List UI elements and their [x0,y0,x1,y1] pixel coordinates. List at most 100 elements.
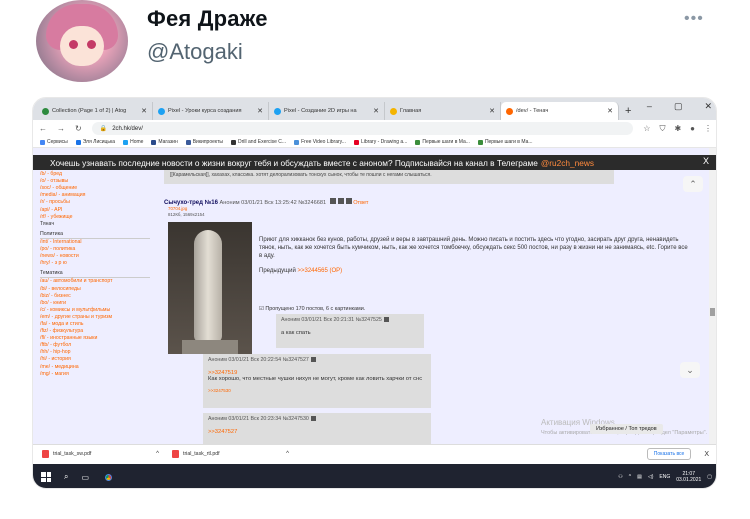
board-link[interactable]: /biz/ - бизнес [40,293,153,300]
board-link[interactable]: /b/ - бред [40,171,153,178]
board-link[interactable]: /c/ - комиксы и мультфильмы [40,307,153,314]
board-link[interactable]: /r/ - просьбы [40,199,153,206]
banner-link[interactable]: @ru2ch_news [541,158,594,168]
window-controls: – ▢ ✕ [647,101,712,112]
chrome-icon[interactable] [102,470,116,484]
reply-link[interactable]: Ответ [353,200,368,206]
minimize-icon[interactable]: – [647,101,652,112]
browser-tab[interactable]: Главная ✕ [385,102,501,120]
star-icon[interactable]: ☆ [643,124,650,134]
bookmark-item[interactable]: Free Video Library... [294,139,346,145]
browser-tab-active[interactable]: /dev/ - Тенач ✕ [501,102,619,120]
forward-icon[interactable]: → [57,124,65,133]
bookmark-item[interactable]: Drill and Exercise C... [231,139,286,145]
download-item[interactable]: trial_task_sw.pdf ^ [42,450,167,458]
shield-icon[interactable]: ⛉ [659,124,665,134]
board-link[interactable]: /fa/ - мода и стиль [40,321,153,328]
scroll-down-button[interactable]: ⌄ [680,362,700,378]
board-link[interactable]: /fiz/ - физкультура [40,328,153,335]
back-icon[interactable]: ← [39,124,47,133]
board-link[interactable]: /soc/ - общение [40,185,153,192]
windows-start-icon[interactable] [41,472,51,482]
browser-tab[interactable]: Pixel - Создание 2D игры на ✕ [269,102,385,120]
language-indicator[interactable]: ENG [659,474,670,480]
bookmark-item[interactable]: Library - Drawing a... [353,139,407,145]
op-image[interactable] [168,222,252,354]
network-icon[interactable]: ▤ [637,474,642,480]
board-link[interactable]: /o/ - отзывы [40,178,153,185]
board-link[interactable]: /ftb/ - футбол [40,342,153,349]
browser-tab[interactable]: Pixel - Уроки курса создания ✕ [153,102,269,120]
user-handle[interactable]: @Atogaki [147,39,243,65]
scrollbar-thumb[interactable] [710,308,715,316]
tab-close-icon[interactable]: ✕ [141,107,147,115]
quote-link[interactable]: >>3247527 [208,429,426,435]
close-downloads-icon[interactable]: X [704,451,709,458]
chevron-up-icon[interactable]: ^ [156,451,159,457]
close-window-icon[interactable]: ✕ [704,101,712,112]
url-input[interactable]: 🔒 2ch.hk/dev/ [91,122,634,135]
prev-thread-link[interactable]: >>3244565 (OP) [297,268,342,274]
task-view-icon[interactable]: ▭ [81,473,89,482]
board-link[interactable]: /int/ - International [40,239,153,246]
bookmark-item[interactable]: Home [123,139,143,145]
tab-close-icon[interactable]: ✕ [373,107,379,115]
show-all-downloads-button[interactable]: Показать все [646,448,692,460]
attached-screenshot[interactable]: Collection (Page 1 of 2) | Atog ✕ Pixel … [32,97,717,489]
post-action-icons[interactable] [328,198,352,206]
bookmark-item[interactable]: Эля Лисицька [75,139,115,145]
tab-close-icon[interactable]: ✕ [607,107,613,115]
board-link[interactable]: /media/ - анимация [40,192,153,199]
reload-icon[interactable]: ↻ [75,124,82,133]
download-item[interactable]: trial_task_rtl.pdf ^ [172,450,297,458]
board-link[interactable]: /api/ - API [40,207,153,214]
more-options-icon[interactable]: ••• [684,10,704,28]
new-tab-button[interactable]: + [619,102,637,120]
bookmark-item[interactable]: Первые шаги в Ма... [415,139,470,145]
board-link[interactable]: /rf/ - убежище [40,214,153,221]
page-scrollbar[interactable] [709,148,716,444]
telegram-banner[interactable]: Хочешь узнавать последние новости о жизн… [33,155,716,170]
board-link[interactable]: /mg/ - магия [40,371,153,378]
board-link[interactable]: /po/ - политика [40,246,153,253]
favorites-button[interactable]: Избранное / Топ тредов [590,424,663,434]
tab-close-icon[interactable]: ✕ [489,107,495,115]
profile-icon[interactable]: ● [690,124,695,134]
notifications-icon[interactable]: ▢ [707,474,712,480]
avatar[interactable] [36,0,128,82]
board-link[interactable]: /news/ - новости [40,253,153,260]
search-icon[interactable]: ⌕ [64,472,68,482]
volume-icon[interactable]: ◁) [648,474,654,480]
board-link[interactable]: /bi/ - велосипеды [40,286,153,293]
bookmark-item[interactable]: Магазин [151,139,178,145]
backlink[interactable]: >>3247530 [208,388,426,393]
people-icon[interactable]: ⚇ [618,474,622,480]
clock[interactable]: 21:07 03.01.2021 [676,471,701,483]
chevron-up-icon[interactable]: ^ [629,474,631,480]
board-link[interactable]: /hry/ - з р ю [40,260,153,267]
bookmark-item[interactable]: Википроекты [185,139,223,145]
browser-tab[interactable]: Collection (Page 1 of 2) | Atog ✕ [37,102,153,120]
maximize-icon[interactable]: ▢ [674,101,683,112]
banner-close-button[interactable]: X [703,156,709,166]
board-link[interactable]: /me/ - медицина [40,364,153,371]
board-link[interactable]: /hi/ - история [40,356,153,363]
bookmark-icon [477,139,483,145]
bookmark-icon [231,139,237,145]
board-sidebar: /d/ - дискуссии о два.ч /b/ - бред /o/ -… [33,148,153,444]
board-link[interactable]: /hh/ - hip-hop [40,349,153,356]
menu-icon[interactable]: ⋮ [704,124,712,134]
tab-label: Pixel - Уроки курса создания [168,108,242,114]
board-link[interactable]: /bo/ - книги [40,300,153,307]
chevron-up-icon[interactable]: ^ [286,451,289,457]
board-link[interactable]: Тянач [40,221,153,228]
board-link[interactable]: /fl/ - иностранные языки [40,335,153,342]
bookmark-item[interactable]: Первые шаги в Ма... [477,139,533,145]
tab-close-icon[interactable]: ✕ [257,107,263,115]
bookmark-item[interactable]: Сервисы [40,139,68,145]
board-link[interactable]: /au/ - автомобили и транспорт [40,278,153,285]
extension-icon[interactable]: ✱ [674,124,681,134]
display-name[interactable]: Фея Драже [147,6,268,32]
scroll-up-button[interactable]: ⌃ [683,176,703,192]
board-link[interactable]: /em/ - другие страны и туризм [40,314,153,321]
